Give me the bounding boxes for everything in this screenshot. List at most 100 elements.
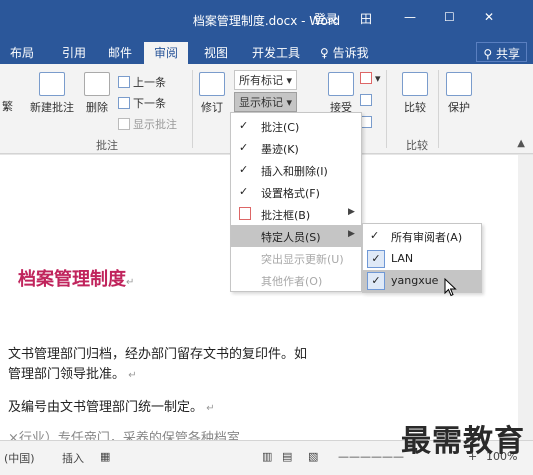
menu-item-all-reviewers[interactable]: ✓ 所有审阅者(A) [363,225,481,247]
next-label: 下一条 [133,97,166,110]
track-changes-button[interactable]: 修订 [196,72,228,115]
previous-change-button[interactable] [360,94,375,107]
previous-change-icon [360,94,372,106]
new-comment-label: 新建批注 [30,101,74,114]
accept-icon [328,72,354,96]
accept-button[interactable]: 接受 [326,72,356,115]
menu-item-label: 设置格式(F) [261,187,320,200]
menu-item-label: LAN [391,252,414,265]
next-comment-button[interactable]: 下一条 [118,95,166,111]
menu-item-label: 批注框(B) [261,209,311,222]
compare-label: 比较 [404,101,426,114]
new-comment-icon [39,72,65,96]
tab-view[interactable]: 视图 [204,44,228,61]
share-label: 共享 [495,47,520,61]
menu-item-reviewer-yangxue[interactable]: ✓ yangxue [363,270,481,292]
menu-item-label: 特定人员(S) [261,231,321,244]
compare-icon [402,72,428,96]
menu-item-label: 突出显示更新(U) [261,253,344,266]
reviewers-submenu: ✓ 所有审阅者(A) ✓ LAN ✓ yangxue [362,223,482,293]
menu-item-label: 墨迹(K) [261,143,299,156]
markup-view-select[interactable]: 所有标记 ▾ [234,70,298,90]
menu-item-highlight-updates: 突出显示更新(U) [231,247,361,269]
minimize-button[interactable]: — [404,10,416,24]
track-label: 修订 [201,101,223,114]
paragraph-mark: ↵ [126,277,135,288]
show-comments-button[interactable]: 显示批注 [118,116,177,132]
menu-item-ink[interactable]: ✓ 墨迹(K) [231,137,361,159]
check-icon: ✓ [239,119,249,132]
group-separator [386,70,387,148]
menu-item-other-authors: 其他作者(O) [231,269,361,291]
document-line-text: 管理部门领导批准。 [8,367,126,382]
collapse-ribbon-icon[interactable]: ▲ [517,138,525,149]
show-markup-button[interactable]: 显示标记 ▾ [234,92,298,112]
menu-item-balloons[interactable]: 批注框(B) ▶ [231,203,361,225]
insert-mode-status[interactable]: 插入 [62,450,84,466]
tab-layout[interactable]: 布局 [10,44,34,61]
read-mode-icon[interactable]: ▥ [262,450,272,463]
paragraph-mark: ↵ [203,403,215,414]
previous-label: 上一条 [133,76,166,89]
menu-item-label: 所有审阅者(A) [391,231,463,244]
tab-developer[interactable]: 开发工具 [252,44,300,61]
delete-comment-button[interactable]: 删除 [80,72,114,115]
group-separator [192,70,193,148]
show-comments-label: 显示批注 [133,118,177,131]
partial-button[interactable]: 繁 [2,98,13,114]
check-icon: ✓ [239,185,249,198]
protect-button[interactable]: 保护 [444,72,474,115]
lightbulb-icon: ♀ [320,46,329,60]
zoom-slider[interactable]: —————— [338,450,404,463]
language-status[interactable]: (中国) [4,450,35,466]
menu-item-label: 批注(C) [261,121,300,134]
person-icon: ⚲ [483,47,493,61]
tab-references[interactable]: 引用 [62,44,86,61]
checkbox-checked-icon: ✓ [367,250,385,268]
document-line: 及编号由文书管理部门统一制定。 ↵ [8,396,215,415]
ribbon-tabs: 布局 引用 邮件 审阅 视图 开发工具 ♀ 告诉我 ⚲ 共享 [0,40,533,64]
balloons-icon [239,207,251,220]
document-line-text: 文书管理部门归档，经办部门留存文书的复印件。如 [8,347,308,362]
reject-button[interactable]: ▾ [360,72,381,85]
check-icon: ✓ [239,141,249,154]
next-change-button[interactable] [360,116,375,129]
menu-item-label: 其他作者(O) [261,275,323,288]
tab-review[interactable]: 审阅 [144,42,189,64]
tell-me-box[interactable]: ♀ 告诉我 [320,44,369,61]
compare-button[interactable]: 比较 [400,72,430,115]
reject-icon [360,72,372,84]
macro-record-icon[interactable]: ▦ [100,450,110,463]
show-comments-icon [118,118,130,130]
menu-item-formatting[interactable]: ✓ 设置格式(F) [231,181,361,203]
protect-label: 保护 [448,101,470,114]
group-separator [438,70,439,148]
close-button[interactable]: ✕ [484,10,494,24]
vertical-scrollbar[interactable] [518,155,533,440]
next-icon [118,97,130,109]
submenu-arrow-icon: ▶ [348,229,355,239]
previous-comment-button[interactable]: 上一条 [118,74,166,90]
tab-mailings[interactable]: 邮件 [108,44,132,61]
submenu-arrow-icon: ▶ [348,207,355,217]
partial-label: 繁 [2,100,13,113]
maximize-button[interactable]: ☐ [444,10,455,24]
web-layout-icon[interactable]: ▧ [308,450,318,463]
ribbon-display-icon[interactable]: 田 [360,10,372,27]
login-link[interactable]: 登录 [314,10,338,27]
show-markup-label: 显示标记 [239,96,283,109]
track-changes-icon [199,72,225,96]
delete-comment-icon [84,72,110,96]
print-layout-icon[interactable]: ▤ [282,450,292,463]
menu-item-specific-people[interactable]: 特定人员(S) ▶ [231,225,361,247]
new-comment-button[interactable]: 新建批注 [28,72,76,115]
document-line: 文书管理部门归档，经办部门留存文书的复印件。如 [8,343,307,362]
watermark: 最需教育 [401,424,525,459]
tell-me-label: 告诉我 [332,46,369,60]
menu-item-insertions-deletions[interactable]: ✓ 插入和删除(I) [231,159,361,181]
share-button[interactable]: ⚲ 共享 [476,42,527,62]
menu-item-reviewer-lan[interactable]: ✓ LAN [363,248,481,270]
comments-group-label: 批注 [96,139,118,152]
menu-item-comments[interactable]: ✓ 批注(C) [231,115,361,137]
paragraph-mark: ↵ [125,370,137,381]
